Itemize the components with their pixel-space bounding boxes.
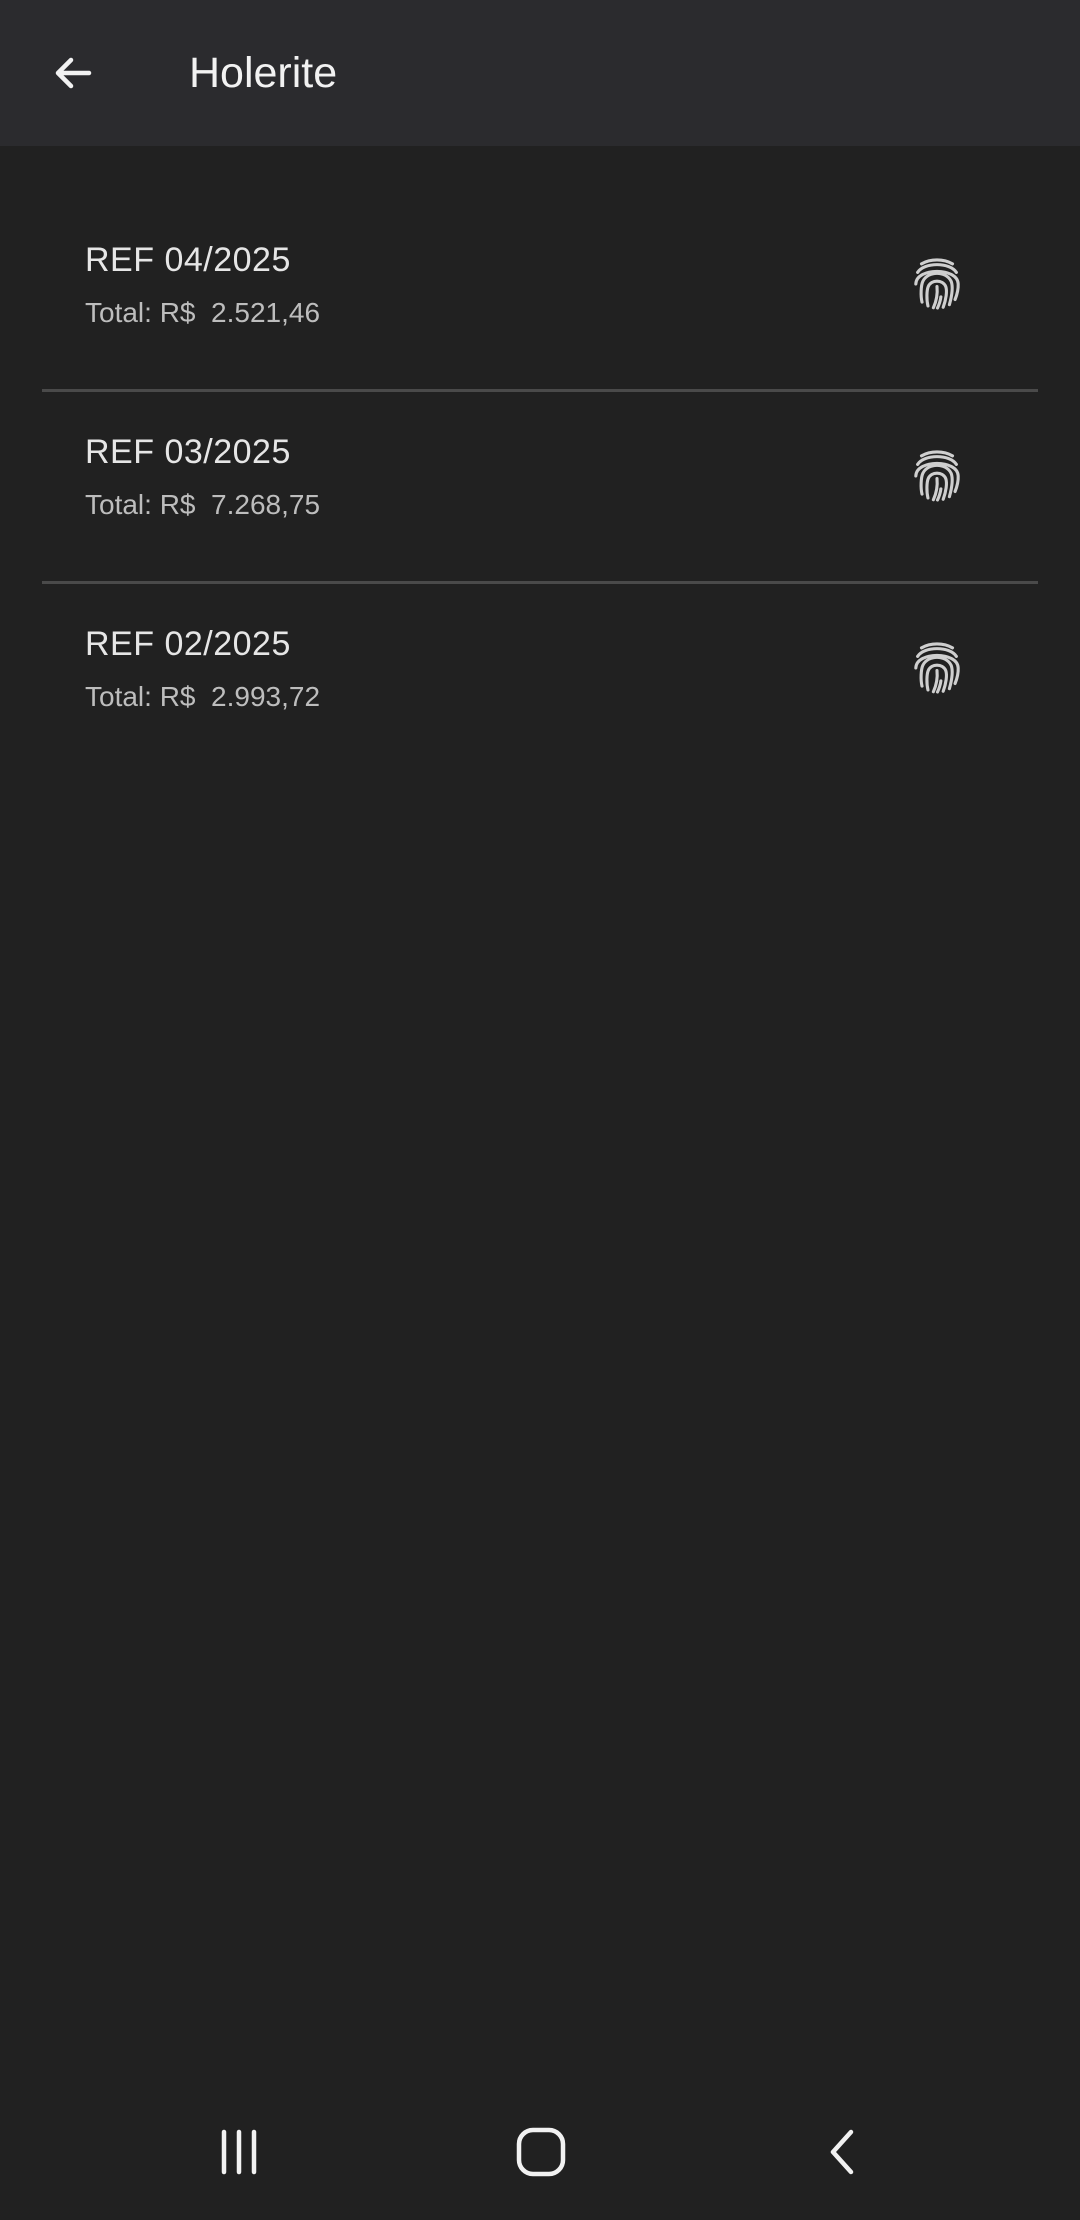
list-item[interactable]: REF 03/2025 Total: R$ 7.268,75: [42, 392, 1038, 584]
recents-icon: [221, 2129, 257, 2175]
back-button[interactable]: [30, 30, 116, 116]
payslip-ref: REF 03/2025: [85, 433, 291, 471]
payslip-list: REF 04/2025 Total: R$ 2.521,46 REF 03/20…: [42, 200, 1038, 773]
home-button[interactable]: [481, 2104, 601, 2200]
system-back-icon: [830, 2129, 854, 2175]
fingerprint-icon[interactable]: [906, 637, 968, 699]
payslip-ref: REF 04/2025: [85, 241, 291, 279]
list-item[interactable]: REF 02/2025 Total: R$ 2.993,72: [42, 584, 1038, 773]
arrow-left-icon: [55, 57, 92, 89]
payslip-total: Total: R$ 7.268,75: [85, 489, 321, 520]
payslip-ref: REF 02/2025: [85, 625, 291, 663]
list-item[interactable]: REF 04/2025 Total: R$ 2.521,46: [42, 200, 1038, 392]
system-back-button[interactable]: [784, 2104, 904, 2200]
home-icon: [516, 2127, 566, 2177]
page-title: Holerite: [189, 49, 338, 97]
fingerprint-icon[interactable]: [906, 445, 968, 507]
payslip-total: Total: R$ 2.521,46: [85, 297, 321, 328]
recents-button[interactable]: [179, 2104, 299, 2200]
payslip-total: Total: R$ 2.993,72: [85, 681, 321, 712]
app-bar: Holerite: [0, 0, 1080, 146]
fingerprint-icon[interactable]: [906, 253, 968, 315]
system-nav-bar: [0, 2084, 1080, 2220]
